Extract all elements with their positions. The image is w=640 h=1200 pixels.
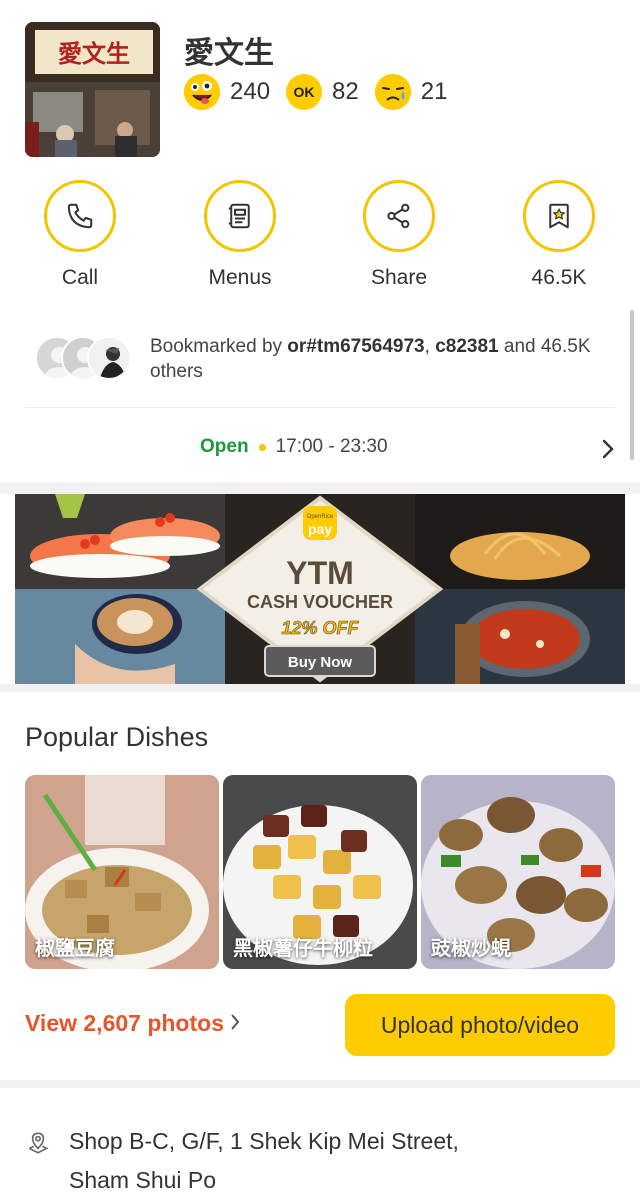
brand-top: OpenRice: [307, 514, 334, 520]
section-divider: [0, 1080, 640, 1088]
bookmarker-user-2[interactable]: c82381: [435, 336, 498, 357]
open-hours: 17:00 - 23:30: [275, 436, 388, 457]
share-label: Share: [370, 266, 428, 289]
restaurant-header: 愛文生 愛文生 240 OK 82 21: [0, 0, 640, 170]
dish-name: 椒鹽豆腐: [35, 936, 115, 960]
status-dot: [258, 443, 266, 451]
popular-dishes-title: Popular Dishes: [25, 722, 209, 752]
menus-button[interactable]: Menus: [185, 180, 295, 290]
dish-card[interactable]: 豉椒炒蜆: [421, 775, 615, 969]
ok-label: OK: [293, 84, 315, 100]
chevron-right-icon: [230, 1010, 240, 1037]
bookmark-button[interactable]: 46.5K: [504, 180, 614, 290]
bookmarked-prefix: Bookmarked by: [150, 336, 288, 357]
bookmark-count: 46.5K: [531, 266, 587, 289]
dish-name: 黑椒薯仔牛柳粒: [233, 936, 373, 960]
bookmarked-separator: ,: [424, 336, 436, 357]
bookmark-star-icon: [523, 180, 595, 252]
rating-sad[interactable]: 21: [374, 74, 448, 110]
view-photos-label: View 2,607 photos: [25, 1010, 224, 1036]
view-photos-link[interactable]: View 2,607 photos: [25, 1010, 240, 1037]
phone-icon: [44, 180, 116, 252]
call-button[interactable]: Call: [25, 180, 135, 290]
voucher-headline: YTM: [286, 555, 354, 591]
promo-banner[interactable]: OpenRice pay YTM CASH VOUCHER 12% OFF Bu…: [15, 494, 625, 684]
brand-logo: pay: [308, 521, 332, 537]
buy-now-label: Buy Now: [288, 654, 353, 671]
opening-hours: Open 17:00 - 23:30: [200, 436, 388, 458]
voucher-subheadline: CASH VOUCHER: [247, 592, 393, 612]
action-bar: Call Menus Share 46.5K: [0, 180, 640, 300]
voucher-discount: 12% OFF: [281, 618, 359, 638]
rating-ok[interactable]: OK 82: [286, 74, 359, 110]
ratings-row: 240 OK 82 21: [184, 74, 463, 110]
thumbnail-sign-text: 愛文生: [58, 40, 130, 68]
restaurant-thumbnail[interactable]: 愛文生: [25, 22, 160, 157]
scrollbar[interactable]: [630, 310, 634, 460]
open-status: Open: [200, 436, 249, 457]
section-divider: [0, 482, 640, 494]
sad-count: 21: [420, 78, 448, 105]
smile-count: 240: [230, 78, 271, 105]
rating-smile[interactable]: 240: [184, 74, 270, 110]
ok-count: 82: [332, 78, 359, 105]
chevron-right-icon: [601, 438, 615, 465]
smile-face-icon: [184, 74, 220, 110]
sad-face-icon: [374, 74, 411, 110]
dish-name: 豉椒炒蜆: [431, 936, 511, 960]
dish-card[interactable]: 椒鹽豆腐: [25, 775, 219, 969]
menu-book-icon: [204, 180, 276, 252]
opening-hours-row[interactable]: Open 17:00 - 23:30: [0, 428, 640, 472]
bookmarked-by-text: Bookmarked by or#tm67564973, c82381 and …: [150, 334, 610, 384]
share-button[interactable]: Share: [344, 180, 454, 290]
location-pin-icon: [25, 1130, 51, 1161]
section-divider: [0, 684, 640, 692]
share-icon: [363, 180, 435, 252]
upload-photo-button[interactable]: Upload photo/video: [345, 994, 615, 1056]
bookmarker-avatars: [35, 336, 135, 380]
bookmarked-by-row[interactable]: Bookmarked by or#tm67564973, c82381 and …: [25, 330, 615, 408]
call-label: Call: [61, 266, 99, 289]
menus-label: Menus: [208, 266, 272, 289]
restaurant-name: 愛文生: [184, 36, 274, 71]
dish-card[interactable]: 黑椒薯仔牛柳粒: [223, 775, 417, 969]
address-text: Shop B-C, G/F, 1 Shek Kip Mei Street, Sh…: [69, 1128, 459, 1193]
bookmarker-user-1[interactable]: or#tm67564973: [287, 336, 424, 357]
ok-face-icon: OK: [286, 74, 323, 110]
avatar: [87, 336, 131, 380]
